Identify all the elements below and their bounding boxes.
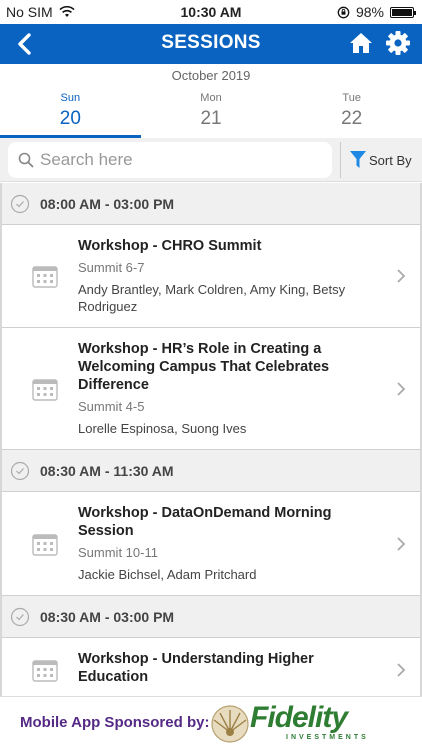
day-number: 22: [341, 108, 363, 129]
calendar-icon: [32, 378, 58, 401]
day-name: Sun: [60, 92, 81, 104]
day-number: 20: [59, 108, 81, 129]
day-number: 21: [200, 108, 222, 129]
calendar-icon: [32, 533, 58, 556]
sponsor-label: Mobile App Sponsored by:: [20, 714, 210, 731]
search-input[interactable]: [40, 150, 310, 170]
time-slot-header: 08:30 AM - 03:00 PM: [2, 596, 420, 638]
session-speakers: Andy Brantley, Mark Coldren, Amy King, B…: [78, 282, 346, 314]
status-bar: No SIM 10:30 AM 98%: [0, 0, 422, 24]
calendar-icon: [32, 266, 58, 288]
time-slot-header: 08:00 AM - 03:00 PM: [2, 183, 420, 225]
day-tab-mon[interactable]: Mon 21: [141, 88, 282, 138]
filter-icon: [350, 151, 366, 168]
session-title: Workshop - Understanding Higher Educatio…: [78, 651, 314, 685]
session-title: Workshop - DataOnDemand Morning Session: [78, 505, 332, 539]
sort-by-label: Sort By: [369, 152, 412, 168]
search-box: [8, 142, 332, 178]
day-name: Mon: [200, 92, 222, 104]
session-row[interactable]: Workshop - HR’s Role in Creating a Welco…: [2, 328, 420, 450]
session-speakers: Lorelle Espinosa, Suong Ives: [78, 421, 247, 436]
day-selector: Sun 20 Mon 21 Tue 22: [0, 88, 422, 138]
nav-bar: SESSIONS: [0, 24, 422, 64]
battery-icon: [390, 6, 416, 18]
session-room: Summit 4-5: [78, 399, 145, 414]
sort-by-button[interactable]: Sort By: [340, 142, 422, 178]
clock-icon: [10, 607, 30, 626]
session-row[interactable]: Workshop - CHRO Summit Summit 6-7 Andy B…: [2, 225, 420, 328]
fidelity-logo-subtitle: INVESTMENTS: [286, 734, 369, 741]
clock-icon: [10, 461, 30, 480]
time-slot-label: 08:30 AM - 03:00 PM: [40, 608, 175, 625]
session-title: Workshop - CHRO Summit: [78, 238, 262, 254]
chevron-right-icon: [397, 381, 406, 396]
search-icon: [18, 152, 34, 168]
time-slot-header: 08:30 AM - 11:30 AM: [2, 450, 420, 492]
time-slot-label: 08:30 AM - 11:30 AM: [40, 462, 174, 479]
session-room: Summit 10-11: [78, 545, 158, 560]
battery-percent: 98%: [355, 4, 384, 20]
session-row[interactable]: Workshop - DataOnDemand Morning Session …: [2, 492, 420, 596]
gear-icon[interactable]: [384, 29, 412, 57]
day-tab-sun[interactable]: Sun 20: [0, 88, 141, 138]
sponsor-banner[interactable]: Mobile App Sponsored by: Fidelity INVEST…: [0, 696, 422, 750]
search-row: Sort By: [0, 138, 422, 182]
session-speakers: Jackie Bichsel, Adam Pritchard: [78, 567, 257, 582]
fidelity-seal-icon: [211, 705, 249, 743]
chevron-right-icon: [397, 663, 406, 677]
home-icon[interactable]: [348, 30, 374, 56]
clock-icon: [10, 194, 30, 213]
day-tab-tue[interactable]: Tue 22: [281, 88, 422, 138]
chevron-right-icon: [397, 536, 406, 551]
fidelity-logo: Fidelity: [250, 701, 348, 734]
session-list[interactable]: 08:00 AM - 03:00 PM Workshop - CHRO Summ…: [0, 183, 422, 696]
day-name: Tue: [342, 92, 361, 104]
month-label: October 2019: [171, 68, 251, 83]
session-room: Summit 6-7: [78, 260, 145, 275]
chevron-right-icon: [397, 269, 406, 283]
rotation-lock-icon: [337, 6, 350, 18]
calendar-icon: [32, 660, 58, 682]
session-row[interactable]: Workshop - Understanding Higher Educatio…: [2, 638, 420, 696]
session-title: Workshop - HR’s Role in Creating a Welco…: [78, 341, 330, 393]
time-slot-label: 08:00 AM - 03:00 PM: [40, 195, 175, 212]
status-right: 98%: [337, 4, 416, 20]
